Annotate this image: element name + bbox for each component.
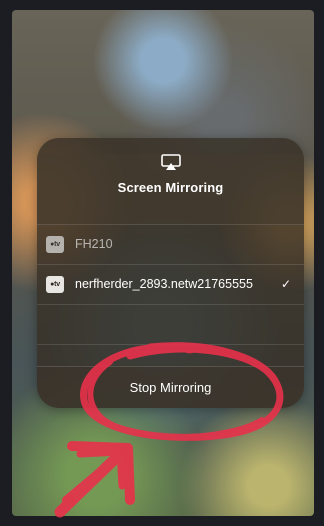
device-name: FH210: [75, 237, 113, 251]
empty-device-row: [37, 305, 304, 345]
checkmark-icon: ✓: [280, 277, 291, 291]
airplay-icon: [160, 154, 181, 170]
stop-mirroring-button[interactable]: Stop Mirroring: [37, 366, 304, 408]
apple-tv-icon: ●tv: [46, 276, 64, 293]
device-row-nerfherder[interactable]: ●tv nerfherder_2893.netw21765555 ✓: [37, 265, 304, 305]
panel-header: Screen Mirroring: [37, 154, 304, 225]
panel-title: Screen Mirroring: [117, 180, 224, 195]
device-name-container: nerfherder_2893.netw21765555: [75, 277, 271, 291]
device-name: nerfherder_2893.netw21765555: [75, 277, 253, 291]
device-row-fh210[interactable]: ●tv FH210: [37, 225, 304, 265]
screen-mirroring-panel: Screen Mirroring ●tv FH210 ●tv nerfherde…: [37, 138, 304, 408]
apple-tv-icon: ●tv: [46, 236, 64, 253]
